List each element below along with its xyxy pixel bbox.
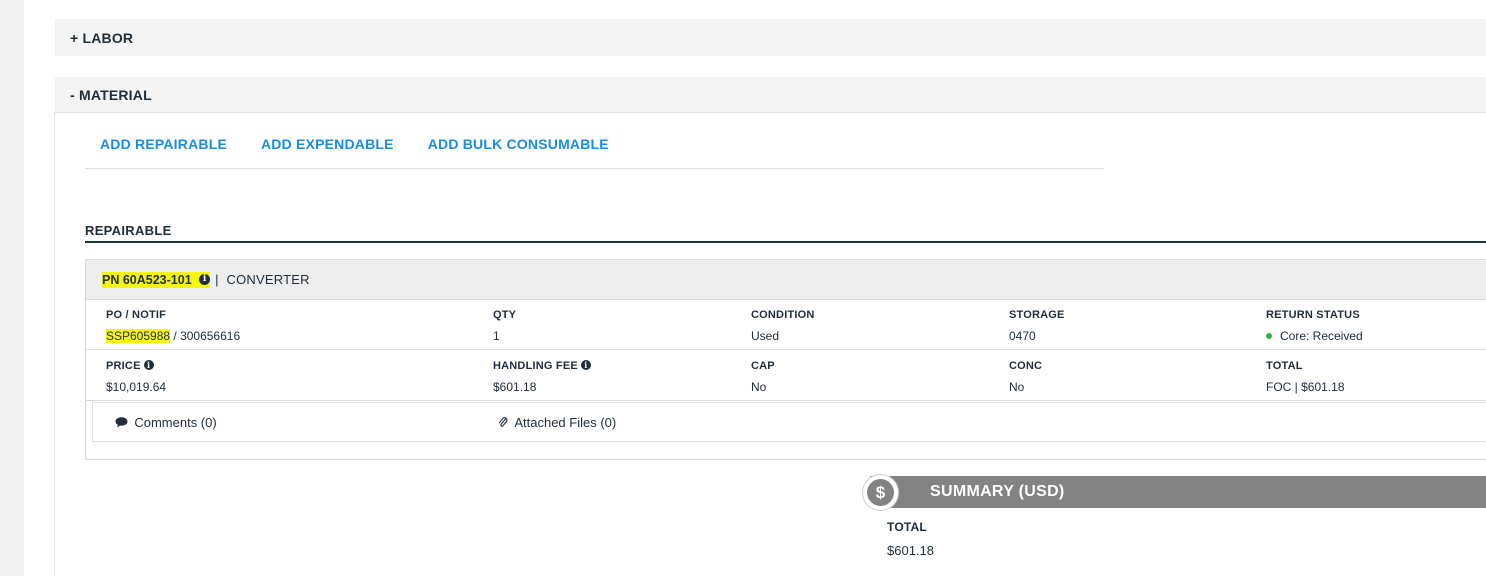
handling-fee-label: HANDLING FEE xyxy=(493,360,578,372)
part-number: PN 60A523-101 xyxy=(102,272,192,287)
part-details-row-2: PRICE i $10,019.64 HANDLING FEE i $601.18 … xyxy=(86,351,1486,401)
summary-header: SUMMARY (USD) xyxy=(870,476,1486,508)
status-dot-icon xyxy=(1266,333,1272,340)
condition-value: Used xyxy=(751,329,780,343)
cap-label: CAP xyxy=(751,360,775,372)
price-info-icon[interactable]: i xyxy=(143,360,154,371)
return-status-value: Core: Received xyxy=(1266,329,1363,343)
handling-fee-label-wrap: HANDLING FEE i xyxy=(493,360,591,372)
total-label: TOTAL xyxy=(1266,360,1303,372)
repairable-part-card: PN 60A523-101 i | CONVERTER PO / NOTIF S… xyxy=(85,259,1486,460)
dollar-symbol: $ xyxy=(867,479,894,506)
add-repairable-link[interactable]: ADD REPAIRABLE xyxy=(100,136,227,152)
attached-files-button[interactable]: Attached Files (0) xyxy=(498,415,616,430)
part-number-highlight: PN 60A523-101 i xyxy=(102,271,211,288)
part-details-row-1: PO / NOTIF SSP605988 / 300656616 QTY 1 C… xyxy=(86,300,1486,350)
comment-icon xyxy=(115,416,131,430)
price-label-wrap: PRICE i xyxy=(106,360,154,372)
po-notif-label: PO / NOTIF xyxy=(106,309,167,321)
total-value: FOC | $601.18 xyxy=(1266,380,1345,394)
summary-total-value: $601.18 xyxy=(887,543,934,558)
return-status-label: RETURN STATUS xyxy=(1266,309,1360,321)
price-value: $10,019.64 xyxy=(106,380,167,394)
dollar-icon: $ xyxy=(862,474,899,511)
left-rail xyxy=(0,0,24,576)
part-card-header: PN 60A523-101 i | CONVERTER xyxy=(86,260,1486,300)
handling-fee-value: $601.18 xyxy=(493,380,537,394)
add-expendable-link[interactable]: ADD EXPENDABLE xyxy=(261,136,394,152)
qty-label: QTY xyxy=(493,309,517,321)
conc-label: CONC xyxy=(1009,360,1043,372)
summary-title: SUMMARY (USD) xyxy=(930,483,1065,500)
attached-files-label: Attached Files (0) xyxy=(514,415,617,430)
labor-section-toggle[interactable]: + LABOR xyxy=(55,19,1486,56)
handling-fee-info-icon[interactable]: i xyxy=(580,360,591,371)
material-section-label: - MATERIAL xyxy=(70,86,152,103)
labor-section-label: + LABOR xyxy=(70,29,134,46)
header-separator: | xyxy=(215,272,219,287)
return-status-text: Core: Received xyxy=(1280,329,1363,343)
conc-value: No xyxy=(1009,380,1025,394)
part-description: CONVERTER xyxy=(226,272,310,287)
add-bulk-consumable-link[interactable]: ADD BULK CONSUMABLE xyxy=(428,136,609,152)
paperclip-icon xyxy=(498,416,511,430)
condition-label: CONDITION xyxy=(751,309,815,321)
comments-label: Comments (0) xyxy=(134,415,217,430)
material-section-toggle[interactable]: - MATERIAL xyxy=(55,77,1486,113)
price-label: PRICE xyxy=(106,360,141,372)
storage-value: 0470 xyxy=(1009,329,1036,343)
repairable-section-title: REPAIRABLE xyxy=(85,223,1486,243)
content-edge xyxy=(54,112,55,576)
summary-total-label: TOTAL xyxy=(887,520,927,534)
po-number: SSP605988 xyxy=(106,329,171,343)
comments-button[interactable]: Comments (0) xyxy=(115,415,217,430)
notif-number: / 300656616 xyxy=(170,329,241,343)
part-info-icon[interactable]: i xyxy=(199,273,211,285)
storage-label: STORAGE xyxy=(1009,309,1065,321)
cap-value: No xyxy=(751,380,767,394)
add-material-tabs: ADD REPAIRABLE ADD EXPENDABLE ADD BULK C… xyxy=(85,120,1104,169)
po-notif-value: SSP605988 / 300656616 xyxy=(106,329,240,343)
qty-value: 1 xyxy=(493,329,500,343)
part-card-actions: Comments (0) Attached Files (0) xyxy=(92,402,1486,442)
